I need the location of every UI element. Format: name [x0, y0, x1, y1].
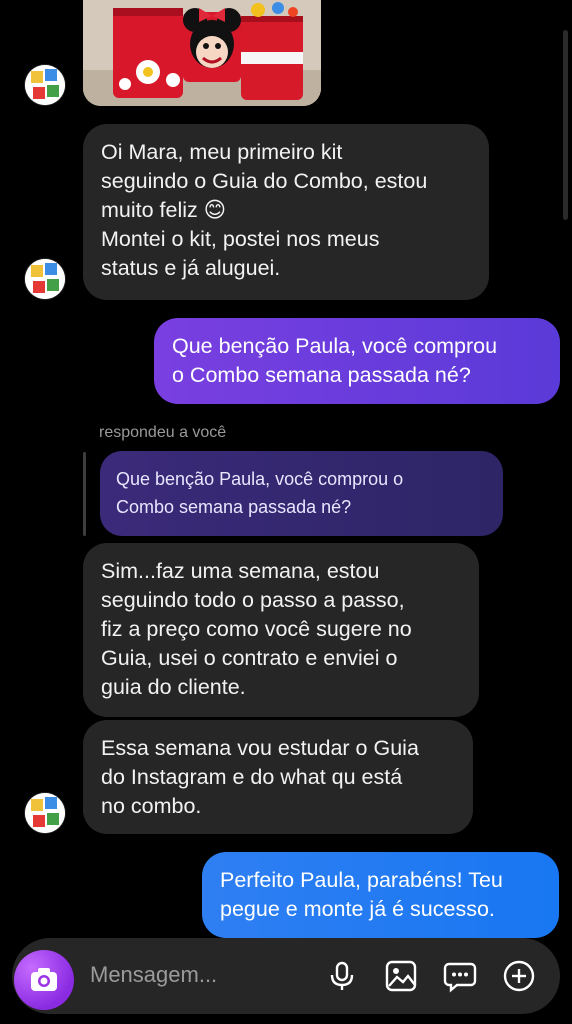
kids-avatar-icon — [25, 65, 65, 105]
add-button[interactable] — [502, 959, 536, 993]
camera-icon — [31, 968, 57, 991]
outgoing-message[interactable]: Perfeito Paula, parabéns! Teu pegue e mo… — [202, 852, 559, 938]
incoming-message[interactable]: Essa semana vou estudar o Guia do Instag… — [83, 720, 473, 834]
party-kit-image — [83, 0, 321, 106]
reply-indicator-bar — [83, 452, 86, 536]
gallery-button[interactable] — [384, 959, 418, 993]
sticker-button[interactable] — [443, 959, 477, 993]
scrollbar[interactable] — [563, 30, 568, 220]
microphone-button[interactable] — [325, 959, 359, 993]
shared-photo[interactable] — [83, 0, 321, 106]
avatar[interactable] — [25, 259, 65, 299]
reply-label: respondeu a você — [99, 424, 227, 441]
quoted-message[interactable]: Que benção Paula, você comprou o Combo s… — [100, 451, 503, 536]
microphone-icon — [330, 961, 354, 990]
sticker-chat-icon — [443, 962, 477, 993]
kids-avatar-icon — [25, 793, 65, 833]
message-input[interactable]: Mensagem... — [90, 962, 217, 988]
outgoing-message[interactable]: Que benção Paula, você comprou o Combo s… — [154, 318, 560, 404]
image-icon — [385, 960, 417, 992]
camera-button[interactable] — [14, 950, 74, 1010]
plus-icon — [503, 960, 535, 992]
avatar[interactable] — [25, 65, 65, 105]
avatar[interactable] — [25, 793, 65, 833]
kids-avatar-icon — [25, 259, 65, 299]
incoming-message[interactable]: Sim...faz uma semana, estou seguindo tod… — [83, 543, 479, 717]
incoming-message[interactable]: Oi Mara, meu primeiro kit seguindo o Gui… — [83, 124, 489, 300]
